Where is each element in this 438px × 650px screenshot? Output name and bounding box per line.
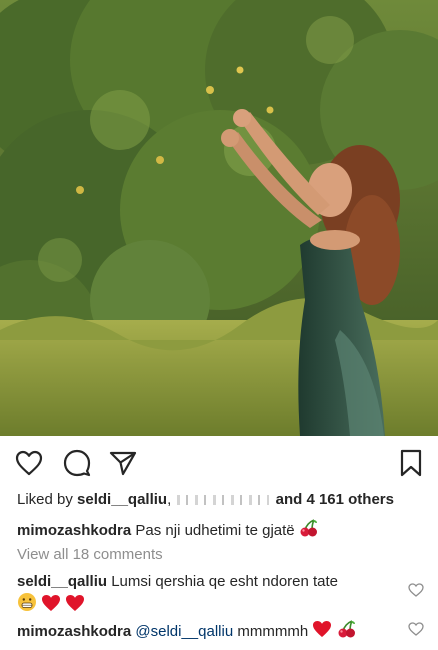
liked-by-user[interactable]: seldi__qalliu: [77, 491, 167, 508]
comment-2-text: mmmmmh: [237, 623, 309, 640]
red-heart-icon: [313, 621, 332, 637]
caption-author[interactable]: mimozashkodra: [17, 522, 131, 539]
red-heart-icon: [42, 595, 61, 611]
comment-2: mimozashkodra @seldi__qalliu mmmmmh: [17, 620, 424, 641]
post-caption: mimozashkodra Pas nji udhetimi te gjatë: [17, 519, 424, 540]
comment-1-user[interactable]: seldi__qalliu: [17, 573, 107, 590]
likes-line: Liked by seldi__qalliu, and 4 161 others: [17, 491, 424, 509]
share-button[interactable]: [108, 448, 138, 478]
grimacing-face-icon: [18, 593, 36, 611]
comment-1-text: Lumsi qershia qe esht ndoren tate: [111, 573, 339, 590]
post-action-bar: [0, 436, 438, 488]
caption-text: Pas nji udhetimi te gjatë: [135, 522, 295, 539]
liked-by-others[interactable]: and 4 161 others: [276, 491, 394, 508]
liked-by-separator: ,: [167, 491, 172, 508]
comment-2-user[interactable]: mimozashkodra: [17, 623, 131, 640]
red-heart-icon: [66, 595, 85, 611]
comment-2-mention[interactable]: @seldi__qalliu: [135, 623, 233, 640]
comment-1: seldi__qalliu Lumsi qershia qe esht ndor…: [17, 573, 424, 591]
save-button[interactable]: [396, 448, 426, 478]
comment-1-emojis: [17, 592, 424, 612]
photo-illustration: [0, 0, 438, 436]
post-photo[interactable]: [0, 0, 438, 436]
paper-plane-icon: [109, 451, 137, 476]
like-button[interactable]: [14, 448, 44, 478]
heart-outline-icon: [15, 450, 43, 476]
redacted-username: [177, 495, 270, 506]
comment-button[interactable]: [62, 448, 92, 478]
comment-2-like-icon[interactable]: [408, 622, 424, 636]
view-all-comments-link[interactable]: View all 18 comments: [17, 546, 424, 564]
bookmark-icon: [400, 449, 422, 477]
comment-1-like-icon[interactable]: [408, 583, 424, 597]
liked-by-prefix: Liked by: [17, 491, 73, 508]
cherries-icon: [300, 519, 317, 537]
cherries-icon: [338, 620, 355, 638]
comment-bubble-icon: [63, 449, 91, 477]
